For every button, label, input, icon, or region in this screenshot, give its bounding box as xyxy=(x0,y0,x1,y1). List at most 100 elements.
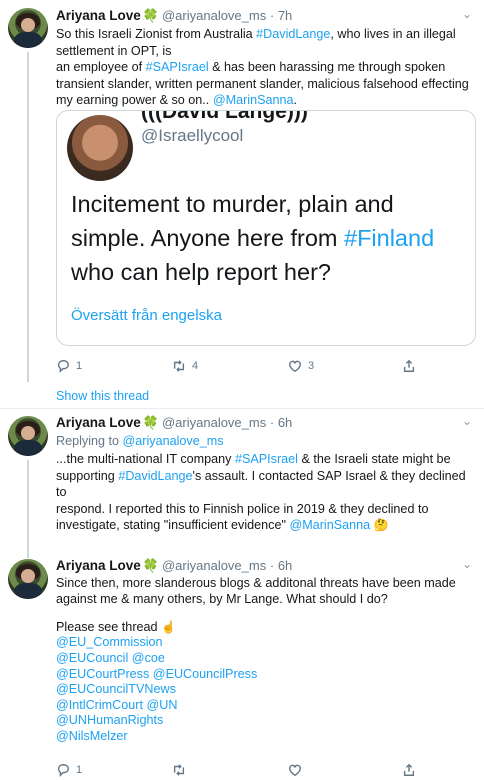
heart-icon xyxy=(289,764,301,777)
text-segment: against me & many others, by Mr Lange. W… xyxy=(56,591,388,606)
tweet-text-line: @UNHumanRights xyxy=(56,713,472,729)
mention-link[interactable]: @EU_Commission xyxy=(56,635,163,649)
retweet-button[interactable] xyxy=(172,763,186,777)
retweet-icon xyxy=(173,764,185,776)
share-icon xyxy=(403,359,415,372)
text-segment: , who lives in an illegal xyxy=(330,27,456,41)
quoted-avatar xyxy=(67,115,133,181)
text-segment: Please see thread xyxy=(56,619,162,634)
reply-icon xyxy=(57,360,69,373)
like-button[interactable] xyxy=(288,763,302,777)
tweet-text-line: @EUCouncilTVNews xyxy=(56,682,472,698)
text-segment: an employee of xyxy=(56,60,146,74)
tweet-header: Ariyana Love 🍀 @ariyanalove_ms · 6h xyxy=(56,557,472,575)
text-segment: investigate, stating "insufficient evide… xyxy=(56,518,290,532)
author-name[interactable]: Ariyana Love xyxy=(56,558,141,573)
retweet-icon xyxy=(173,360,185,372)
reply-icon xyxy=(57,764,69,777)
text-segment: Since then, more slanderous blogs & addi… xyxy=(56,576,456,590)
clover-icon: 🍀 xyxy=(142,8,159,23)
mention-link[interactable]: @EUCourtPress xyxy=(56,667,149,681)
mention-link[interactable]: @EUCouncilTVNews xyxy=(56,682,176,696)
tweet-text-line: ...the multi-national IT company #SAPIsr… xyxy=(56,451,472,468)
tweet-text-line: Since then, more slanderous blogs & addi… xyxy=(56,576,472,592)
mention-link[interactable]: @IntlCrimCourt xyxy=(56,698,143,712)
text-segment: . xyxy=(293,93,298,107)
clover-icon: 🍀 xyxy=(142,415,159,430)
text-segment: supporting xyxy=(56,468,119,483)
avatar[interactable] xyxy=(8,8,48,48)
timestamp[interactable]: 6h xyxy=(278,415,292,430)
tweet-text: ...the multi-national IT company #SAPIsr… xyxy=(56,451,472,534)
tweet-text-line: @NilsMelzer xyxy=(56,729,472,745)
text-segment: my earning power & so on.. xyxy=(56,93,213,107)
retweet-button[interactable]: 4 xyxy=(172,359,198,373)
chevron-down-icon[interactable]: ⌄ xyxy=(462,7,472,21)
tweet-actions: 1 4 3 xyxy=(56,359,476,377)
chevron-down-icon[interactable]: ⌄ xyxy=(462,414,472,428)
mention-link[interactable]: @EUCouncilPress xyxy=(153,667,257,681)
divider xyxy=(0,408,484,409)
author-handle[interactable]: @ariyanalove_ms xyxy=(162,558,266,573)
tweet-text-line: an employee of #SAPIsrael & has been har… xyxy=(56,59,472,76)
like-button[interactable]: 3 xyxy=(288,359,314,373)
quoted-tweet[interactable]: (((David Lange))) @Israellycool Inciteme… xyxy=(56,110,476,346)
mention-link[interactable]: @MarinSanna xyxy=(289,518,370,532)
tweet-header: Ariyana Love 🍀 @ariyanalove_ms · 6h xyxy=(56,414,472,432)
tweet-header: Ariyana Love 🍀 @ariyanalove_ms · 7h xyxy=(56,7,472,25)
text-segment: ...the multi-national IT company xyxy=(56,452,235,466)
show-thread-link[interactable]: Show this thread xyxy=(56,389,149,403)
translate-link[interactable]: Översätt från engelska xyxy=(71,307,222,324)
reply-to-handle[interactable]: @ariyanalove_ms xyxy=(123,434,224,448)
mention-link[interactable]: @coe xyxy=(132,651,165,665)
avatar[interactable] xyxy=(8,559,48,599)
separator-dot: · xyxy=(269,415,275,430)
replying-to: Replying to @ariyanalove_ms xyxy=(56,434,224,448)
tweet-text-line: transient slander, written permanent sla… xyxy=(56,76,472,93)
author-handle[interactable]: @ariyanalove_ms xyxy=(162,8,266,23)
author-handle[interactable]: @ariyanalove_ms xyxy=(162,415,266,430)
text-segment: & has been harassing me through spoken xyxy=(208,60,446,74)
mention-link[interactable]: @EUCouncil xyxy=(56,651,128,665)
mention-link[interactable]: @UN xyxy=(146,698,177,712)
share-icon xyxy=(403,763,415,776)
tweet-text-line: Please see thread ☝️ xyxy=(56,620,472,636)
reply-button[interactable]: 1 xyxy=(56,359,82,373)
reply-button[interactable]: 1 xyxy=(56,763,82,777)
share-button[interactable] xyxy=(402,359,416,373)
hashtag-link[interactable]: #SAPIsrael xyxy=(146,60,209,74)
quoted-hashtag-link[interactable]: #Finland xyxy=(344,225,434,251)
emoji-icon: 🤔 xyxy=(373,518,389,532)
tweet-text-line: against me & many others, by Mr Lange. W… xyxy=(56,592,472,608)
clover-icon: 🍀 xyxy=(142,558,159,573)
tweet-text-line: @EU_Commission xyxy=(56,635,472,651)
quoted-author-name: (((David Lange))) xyxy=(141,110,308,123)
text-segment: So this Israeli Zionist from Australia xyxy=(56,27,257,41)
text-segment: & the Israeli state might be xyxy=(297,452,451,466)
author-name[interactable]: Ariyana Love xyxy=(56,8,141,23)
text-segment: transient slander, written permanent sla… xyxy=(56,76,469,91)
mention-link[interactable]: @NilsMelzer xyxy=(56,729,128,743)
mention-link[interactable]: @UNHumanRights xyxy=(56,713,163,727)
tweet-text-line: my earning power & so on.. @MarinSanna. xyxy=(56,92,472,109)
quoted-text: Incitement to murder, plain and simple. … xyxy=(71,191,435,285)
chevron-down-icon[interactable]: ⌄ xyxy=(462,557,472,571)
mention-link[interactable]: @MarinSanna xyxy=(213,93,294,107)
emoji-icon: ☝️ xyxy=(161,619,176,634)
share-button[interactable] xyxy=(402,763,416,777)
reply-count: 1 xyxy=(76,360,83,372)
like-count: 3 xyxy=(308,360,315,372)
tweet-text-line xyxy=(56,607,472,620)
timestamp[interactable]: 7h xyxy=(278,8,292,23)
retweet-count: 4 xyxy=(192,360,199,372)
author-name[interactable]: Ariyana Love xyxy=(56,415,141,430)
heart-icon xyxy=(289,360,301,373)
hashtag-link[interactable]: #SAPIsrael xyxy=(235,452,298,466)
timestamp[interactable]: 6h xyxy=(278,558,292,573)
hashtag-link[interactable]: #DavidLange xyxy=(256,27,330,41)
quoted-author-handle: @Israellycool xyxy=(141,126,244,145)
tweet-text-line: @EUCouncil @coe xyxy=(56,651,472,667)
hashtag-link[interactable]: #DavidLange xyxy=(118,469,192,483)
tweet-text-line: settlement in OPT, is xyxy=(56,43,472,60)
avatar[interactable] xyxy=(8,416,48,456)
